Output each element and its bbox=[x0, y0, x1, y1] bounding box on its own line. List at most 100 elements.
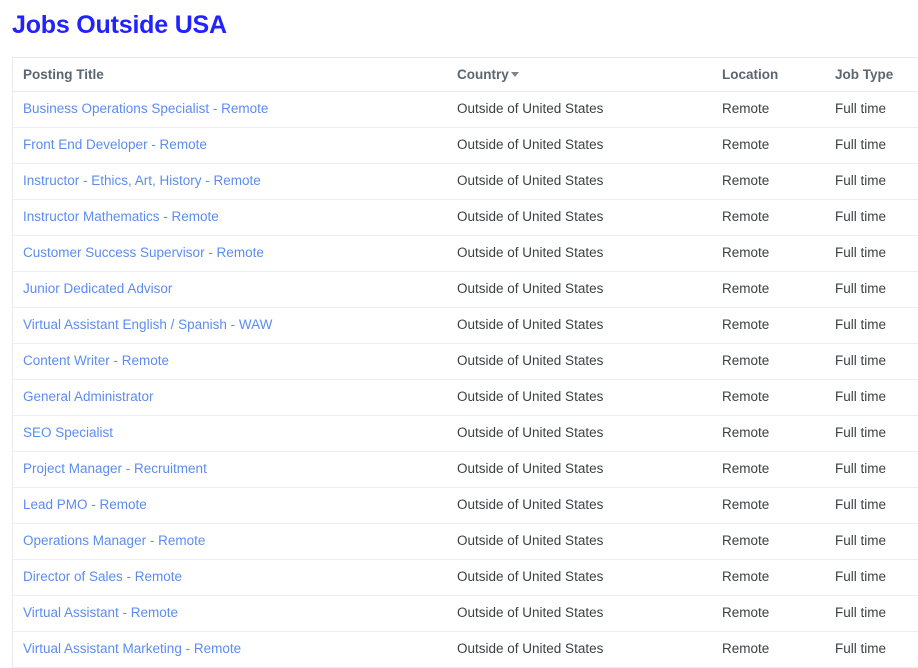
cell-country: Outside of United States bbox=[447, 487, 712, 524]
cell-job-type-label: Full time bbox=[835, 317, 887, 332]
job-posting-link[interactable]: Virtual Assistant Marketing - Remote bbox=[13, 640, 241, 658]
cell-posting-title: Operations Manager - Remote bbox=[13, 523, 447, 560]
job-posting-link[interactable]: Front End Developer - Remote bbox=[13, 136, 207, 154]
cell-country: Outside of United States bbox=[447, 235, 712, 272]
column-header-job-type[interactable]: Job Type bbox=[825, 58, 918, 92]
cell-country: Outside of United States bbox=[447, 307, 712, 344]
job-posting-link[interactable]: General Administrator bbox=[13, 388, 154, 406]
table-header-row: Posting Title Country Location Job Type bbox=[13, 58, 918, 92]
table-row[interactable]: Virtual Assistant Marketing - Remote Outs… bbox=[13, 631, 918, 668]
cell-job-type: Full time bbox=[825, 127, 918, 164]
job-posting-link[interactable]: Operations Manager - Remote bbox=[13, 532, 205, 550]
table-row[interactable]: Virtual Assistant - Remote Outside of Uni… bbox=[13, 595, 918, 632]
table-row[interactable]: Customer Success Supervisor - Remote Outs… bbox=[13, 235, 918, 272]
job-posting-link[interactable]: Business Operations Specialist - Remote bbox=[13, 100, 268, 118]
cell-country: Outside of United States bbox=[447, 379, 712, 416]
cell-job-type-label: Full time bbox=[835, 389, 887, 404]
table-row[interactable]: Instructor - Ethics, Art, History - Remo… bbox=[13, 163, 918, 200]
job-posting-link[interactable]: Virtual Assistant - Remote bbox=[13, 604, 178, 622]
cell-country-label: Outside of United States bbox=[457, 137, 604, 152]
cell-posting-title: Content Writer - Remote bbox=[13, 343, 447, 380]
table-row[interactable]: Operations Manager - Remote Outside of Un… bbox=[13, 523, 918, 560]
column-header-posting-title[interactable]: Posting Title bbox=[13, 58, 447, 92]
column-header-country-label: Country bbox=[457, 67, 509, 82]
cell-job-type-label: Full time bbox=[835, 425, 887, 440]
cell-posting-title: Virtual Assistant English / Spanish - WA… bbox=[13, 307, 447, 344]
cell-location-label: Remote bbox=[722, 497, 770, 512]
cell-job-type: Full time bbox=[825, 235, 918, 272]
cell-location-label: Remote bbox=[722, 137, 770, 152]
column-header-location[interactable]: Location bbox=[712, 58, 825, 92]
cell-location: Remote bbox=[712, 631, 825, 668]
job-posting-link[interactable]: SEO Specialist bbox=[13, 424, 113, 442]
job-posting-link[interactable]: Project Manager - Recruitment bbox=[13, 460, 207, 478]
cell-country: Outside of United States bbox=[447, 451, 712, 488]
jobs-table-container: Posting Title Country Location Job Type … bbox=[12, 57, 918, 668]
table-row[interactable]: Instructor Mathematics - Remote Outside o… bbox=[13, 199, 918, 236]
cell-posting-title: Front End Developer - Remote bbox=[13, 127, 447, 164]
cell-country-label: Outside of United States bbox=[457, 533, 604, 548]
cell-job-type-label: Full time bbox=[835, 245, 887, 260]
table-row[interactable]: Director of Sales - Remote Outside of Uni… bbox=[13, 559, 918, 596]
jobs-table: Posting Title Country Location Job Type … bbox=[13, 58, 918, 668]
cell-country-label: Outside of United States bbox=[457, 209, 604, 224]
table-row[interactable]: General Administrator Outside of United S… bbox=[13, 379, 918, 416]
cell-country: Outside of United States bbox=[447, 415, 712, 452]
table-row[interactable]: Project Manager - Recruitment Outside of … bbox=[13, 451, 918, 488]
cell-posting-title: Virtual Assistant Marketing - Remote bbox=[13, 631, 447, 668]
cell-job-type: Full time bbox=[825, 271, 918, 308]
table-row[interactable]: SEO Specialist Outside of United States Re… bbox=[13, 415, 918, 452]
cell-country-label: Outside of United States bbox=[457, 569, 604, 584]
table-row[interactable]: Business Operations Specialist - Remote O… bbox=[13, 91, 918, 128]
cell-location: Remote bbox=[712, 271, 825, 308]
caret-down-icon[interactable] bbox=[510, 72, 519, 77]
cell-job-type: Full time bbox=[825, 631, 918, 668]
cell-country-label: Outside of United States bbox=[457, 281, 604, 296]
cell-location-label: Remote bbox=[722, 425, 770, 440]
job-posting-link[interactable]: Instructor Mathematics - Remote bbox=[13, 208, 219, 226]
cell-country-label: Outside of United States bbox=[457, 101, 604, 116]
cell-job-type: Full time bbox=[825, 91, 918, 128]
column-header-job-type-label: Job Type bbox=[835, 67, 894, 82]
cell-posting-title: Customer Success Supervisor - Remote bbox=[13, 235, 447, 272]
job-posting-link[interactable]: Customer Success Supervisor - Remote bbox=[13, 244, 264, 262]
cell-country: Outside of United States bbox=[447, 91, 712, 128]
cell-location: Remote bbox=[712, 199, 825, 236]
cell-country: Outside of United States bbox=[447, 163, 712, 200]
job-posting-link[interactable]: Junior Dedicated Advisor bbox=[13, 280, 172, 298]
cell-posting-title: Project Manager - Recruitment bbox=[13, 451, 447, 488]
job-posting-link[interactable]: Instructor - Ethics, Art, History - Remo… bbox=[13, 172, 261, 190]
job-posting-link[interactable]: Content Writer - Remote bbox=[13, 352, 169, 370]
cell-location-label: Remote bbox=[722, 173, 770, 188]
cell-location-label: Remote bbox=[722, 569, 770, 584]
cell-location: Remote bbox=[712, 127, 825, 164]
cell-location: Remote bbox=[712, 559, 825, 596]
job-posting-link[interactable]: Virtual Assistant English / Spanish - WA… bbox=[13, 316, 272, 334]
cell-job-type: Full time bbox=[825, 343, 918, 380]
job-posting-link[interactable]: Director of Sales - Remote bbox=[13, 568, 182, 586]
cell-posting-title: Lead PMO - Remote bbox=[13, 487, 447, 524]
table-row[interactable]: Virtual Assistant English / Spanish - WA… bbox=[13, 307, 918, 344]
cell-posting-title: SEO Specialist bbox=[13, 415, 447, 452]
cell-location-label: Remote bbox=[722, 209, 770, 224]
cell-posting-title: Director of Sales - Remote bbox=[13, 559, 447, 596]
cell-country: Outside of United States bbox=[447, 631, 712, 668]
cell-job-type: Full time bbox=[825, 559, 918, 596]
table-row[interactable]: Lead PMO - Remote Outside of United State… bbox=[13, 487, 918, 524]
cell-country-label: Outside of United States bbox=[457, 353, 604, 368]
column-header-posting-title-label: Posting Title bbox=[23, 67, 104, 82]
job-posting-link[interactable]: Lead PMO - Remote bbox=[13, 496, 147, 514]
table-row[interactable]: Front End Developer - Remote Outside of U… bbox=[13, 127, 918, 164]
cell-job-type-label: Full time bbox=[835, 569, 887, 584]
cell-job-type: Full time bbox=[825, 487, 918, 524]
cell-location: Remote bbox=[712, 379, 825, 416]
cell-location: Remote bbox=[712, 91, 825, 128]
table-row[interactable]: Junior Dedicated Advisor Outside of Unite… bbox=[13, 271, 918, 308]
cell-posting-title: Instructor - Ethics, Art, History - Remo… bbox=[13, 163, 447, 200]
cell-location-label: Remote bbox=[722, 605, 770, 620]
cell-posting-title: Virtual Assistant - Remote bbox=[13, 595, 447, 632]
cell-country: Outside of United States bbox=[447, 199, 712, 236]
cell-location-label: Remote bbox=[722, 353, 770, 368]
column-header-country[interactable]: Country bbox=[447, 58, 712, 92]
table-row[interactable]: Content Writer - Remote Outside of United… bbox=[13, 343, 918, 380]
